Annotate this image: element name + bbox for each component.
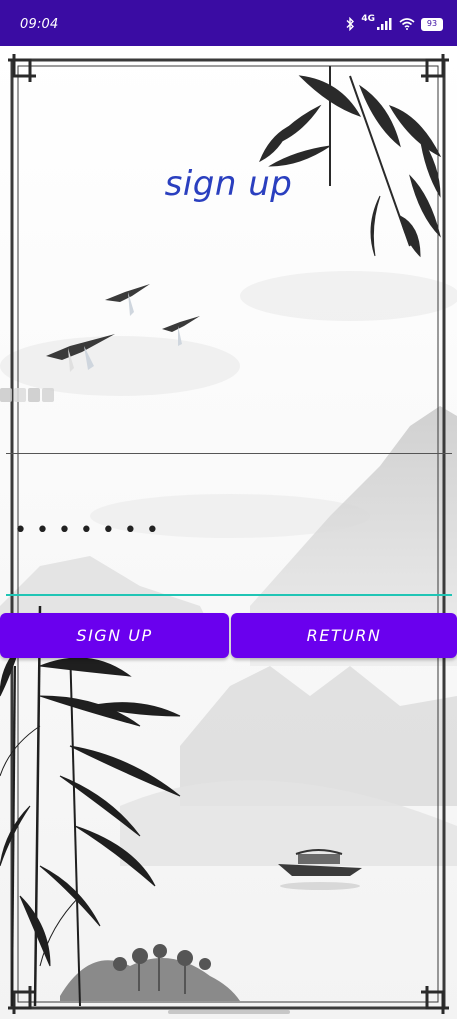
battery-icon: 93	[421, 17, 443, 31]
navigation-gesture-bar[interactable]	[168, 1010, 290, 1014]
status-bar: 09:04 4G 93	[0, 0, 457, 46]
signal-icon	[377, 18, 392, 30]
network-type: 4G	[361, 14, 375, 24]
signup-button[interactable]: SIGN UP	[0, 613, 229, 658]
page-title: sign up	[164, 164, 293, 204]
password-field[interactable]: •••••••	[6, 500, 452, 596]
status-icons: 4G 93	[345, 14, 443, 34]
username-field[interactable]	[6, 370, 452, 454]
wifi-icon	[399, 18, 415, 30]
username-value-redacted	[0, 385, 60, 405]
status-time: 09:04	[20, 17, 59, 32]
password-value: •••••••	[14, 518, 168, 543]
return-button[interactable]: RETURN	[231, 613, 457, 658]
bluetooth-icon	[346, 17, 355, 31]
